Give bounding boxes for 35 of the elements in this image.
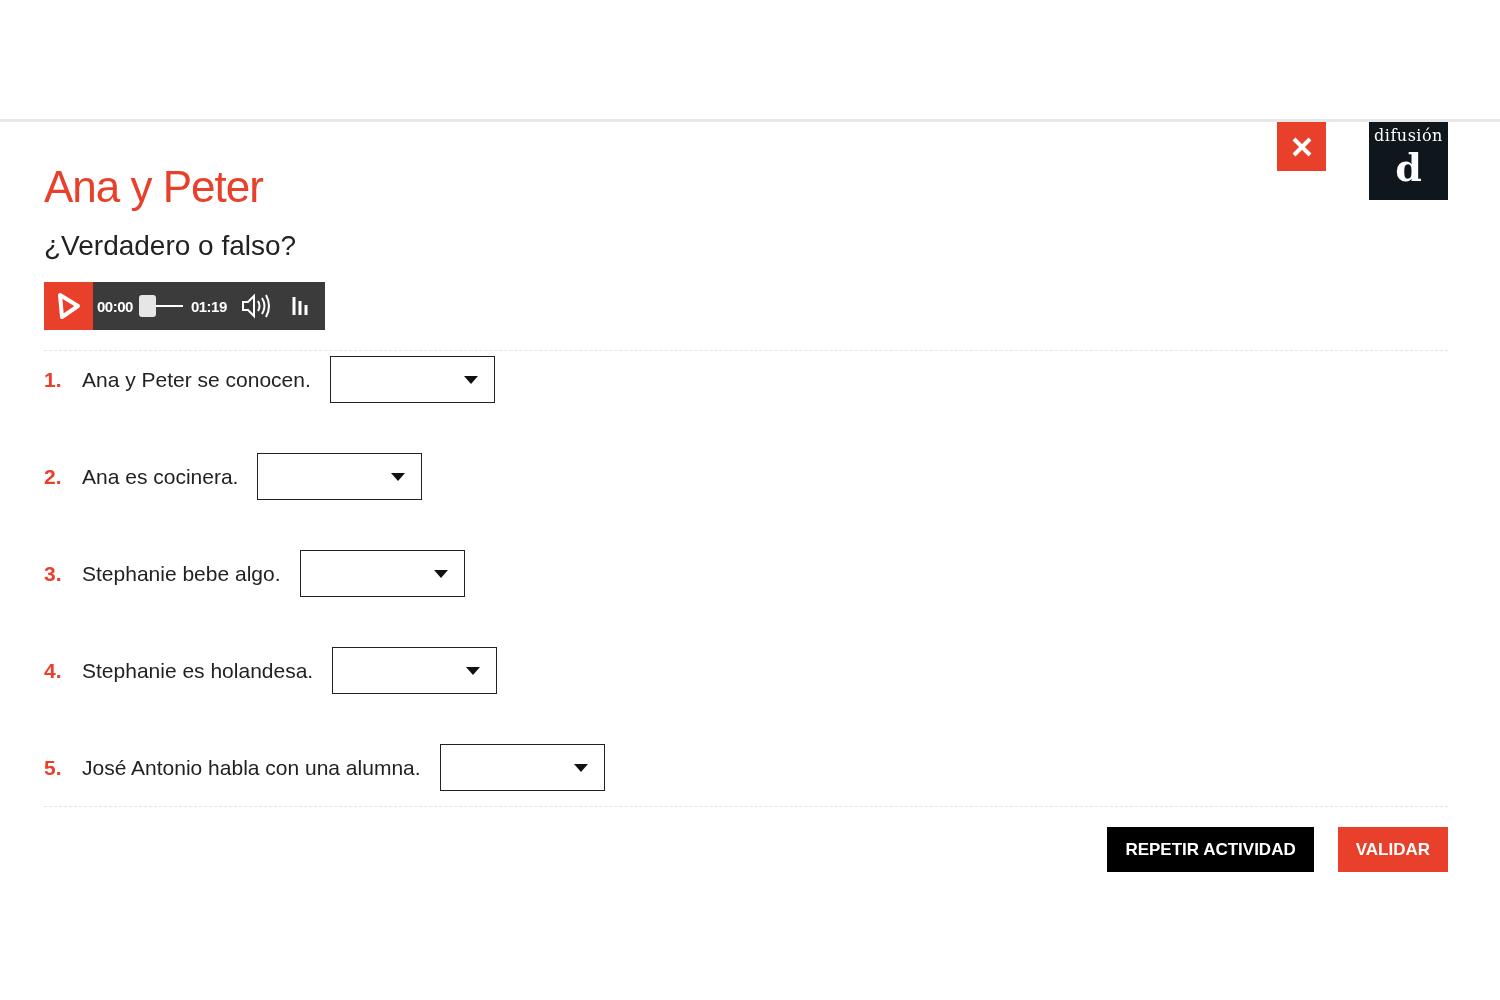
- question-text: Ana y Peter se conocen.: [82, 367, 311, 392]
- question-text: Ana es cocinera.: [82, 464, 239, 489]
- play-button[interactable]: [44, 282, 93, 330]
- activity-title: Ana y Peter: [44, 162, 263, 212]
- close-button[interactable]: [1277, 122, 1326, 171]
- caret-icon: [433, 569, 448, 578]
- caret-icon: [463, 375, 478, 384]
- caret-icon: [466, 666, 481, 675]
- question-number: 1.: [44, 367, 63, 392]
- question-text: Stephanie es holandesa.: [82, 658, 314, 683]
- caret-icon: [573, 763, 588, 772]
- seek-slider[interactable]: [138, 295, 183, 317]
- question-number: 2.: [44, 464, 63, 489]
- play-icon: [55, 292, 82, 320]
- question-text: Stephanie bebe algo.: [82, 561, 281, 586]
- answer-dropdown[interactable]: [257, 453, 423, 500]
- answer-dropdown[interactable]: [329, 356, 495, 403]
- instruction: ¿Verdadero o falso?: [44, 230, 298, 262]
- answer-dropdown[interactable]: [332, 647, 498, 694]
- answer-dropdown[interactable]: [299, 550, 465, 597]
- question-number: 5.: [44, 755, 63, 780]
- volume-icon[interactable]: [240, 293, 271, 319]
- current-time: 00:00: [97, 297, 133, 315]
- question-number: 4.: [44, 658, 63, 683]
- answer-dropdown[interactable]: [439, 744, 605, 791]
- close-icon: [1290, 135, 1313, 158]
- question-number: 3.: [44, 561, 63, 586]
- caret-icon: [391, 472, 406, 481]
- logo: difusión d: [1369, 122, 1448, 200]
- question-text: José Antonio habla con una alumna.: [82, 755, 421, 780]
- equalizer-icon[interactable]: [290, 296, 311, 316]
- validate-button[interactable]: VALIDAR: [1337, 827, 1448, 872]
- duration: 01:19: [190, 297, 227, 315]
- seek-thumb[interactable]: [138, 295, 156, 317]
- repeat-button[interactable]: REPETIR ACTIVIDAD: [1107, 827, 1314, 872]
